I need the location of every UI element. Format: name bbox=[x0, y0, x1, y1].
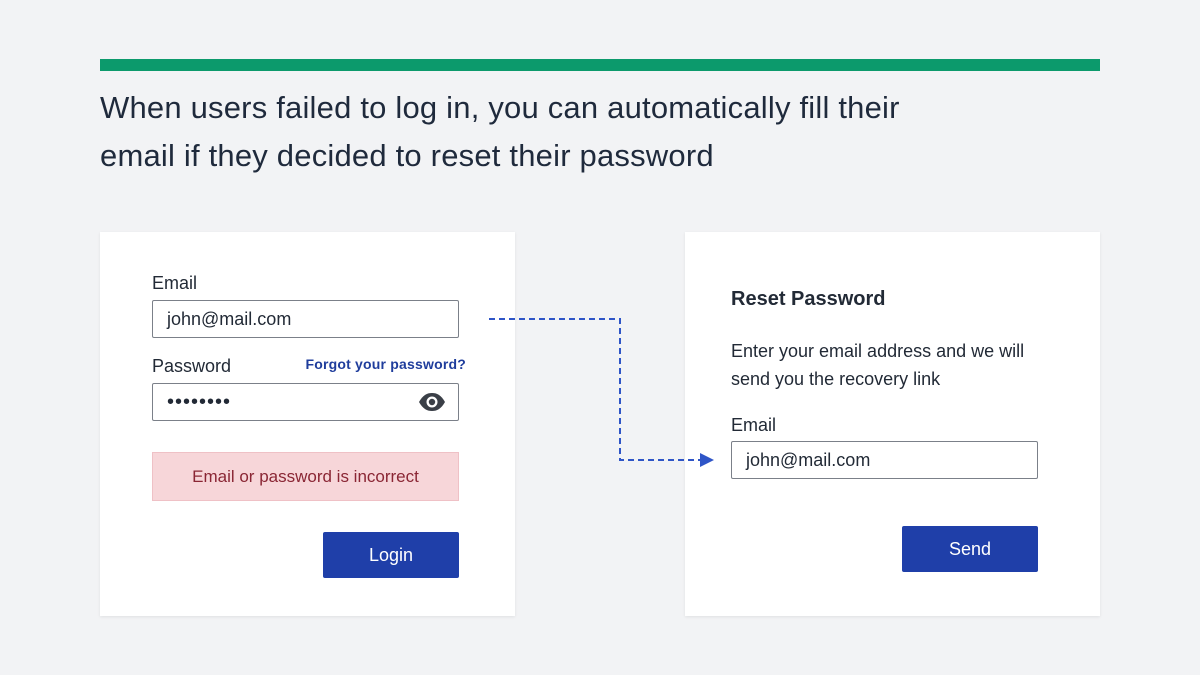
reset-email-label: Email bbox=[731, 415, 777, 435]
error-alert: Email or password is incorrect bbox=[152, 452, 459, 501]
send-button[interactable]: Send bbox=[902, 526, 1038, 572]
password-input[interactable]: •••••••• bbox=[152, 383, 459, 421]
reset-description: Enter your email address and we will sen… bbox=[731, 337, 1024, 393]
reset-title: Reset Password bbox=[731, 288, 886, 310]
login-email-value: john@mail.com bbox=[167, 308, 292, 329]
login-button-label: Login bbox=[368, 544, 414, 565]
send-button-label: Send bbox=[948, 538, 992, 559]
login-email-input[interactable]: john@mail.com bbox=[152, 300, 459, 338]
reset-email-value: john@mail.com bbox=[746, 449, 871, 470]
reset-email-input[interactable]: john@mail.com bbox=[731, 441, 1038, 479]
accent-bar bbox=[100, 59, 1100, 71]
connector-line bbox=[489, 318, 702, 461]
login-button[interactable]: Login bbox=[323, 532, 459, 578]
reset-password-card: Reset Password Enter your email address … bbox=[685, 232, 1100, 616]
forgot-password-link[interactable]: Forgot your password? bbox=[305, 356, 466, 372]
reset-description-line-1: Enter your email address and we will bbox=[731, 341, 1025, 361]
headline-line-2: email if they decided to reset their pas… bbox=[100, 138, 714, 173]
login-card: Email john@mail.com Password Forgot your… bbox=[100, 232, 515, 616]
reset-description-line-2: send you the recovery link bbox=[731, 369, 941, 389]
email-label: Email bbox=[152, 273, 198, 293]
headline: When users failed to log in, you can aut… bbox=[100, 84, 1000, 180]
eye-icon[interactable] bbox=[418, 392, 446, 412]
password-label: Password bbox=[152, 356, 232, 376]
password-masked-value: •••••••• bbox=[167, 390, 232, 413]
error-message: Email or password is incorrect bbox=[192, 466, 419, 486]
headline-line-1: When users failed to log in, you can aut… bbox=[100, 90, 900, 125]
slide: When users failed to log in, you can aut… bbox=[0, 0, 1200, 675]
